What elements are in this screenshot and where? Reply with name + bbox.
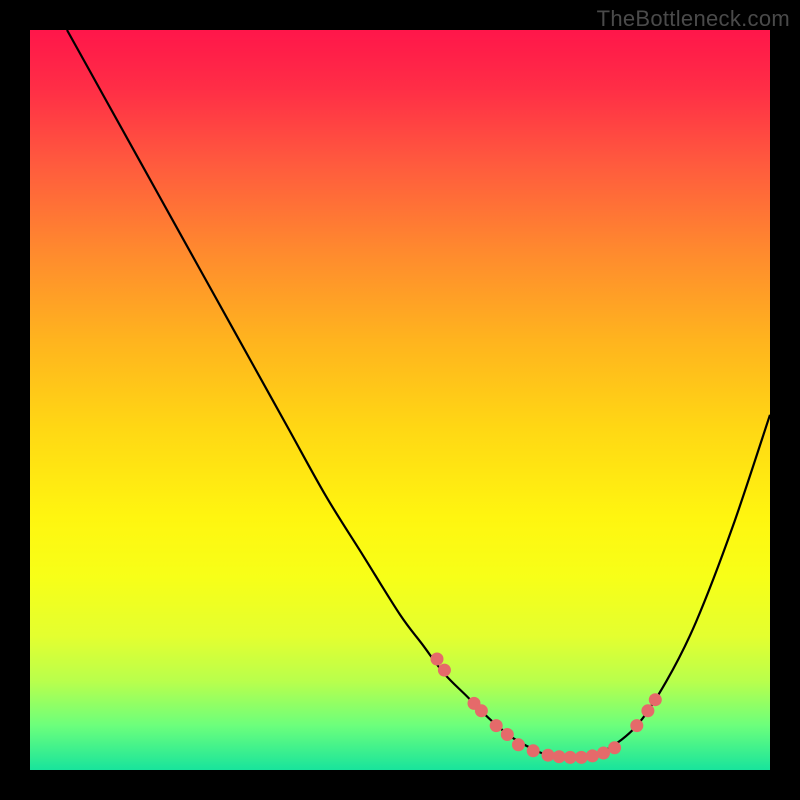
scatter-group xyxy=(431,653,662,764)
data-point xyxy=(649,693,662,706)
data-point xyxy=(475,704,488,717)
data-point xyxy=(512,738,525,751)
data-point xyxy=(575,751,588,764)
data-point xyxy=(597,747,610,760)
data-point xyxy=(438,664,451,677)
data-point xyxy=(431,653,444,666)
data-point xyxy=(553,750,566,763)
data-point xyxy=(527,744,540,757)
data-point xyxy=(586,749,599,762)
data-point xyxy=(564,751,577,764)
data-point xyxy=(542,749,555,762)
data-point xyxy=(490,719,503,732)
data-point xyxy=(608,741,621,754)
chart-svg xyxy=(30,30,770,770)
data-point xyxy=(630,719,643,732)
watermark-text: TheBottleneck.com xyxy=(597,6,790,32)
data-point xyxy=(641,704,654,717)
data-point xyxy=(501,728,514,741)
bottleneck-curve xyxy=(67,30,770,758)
